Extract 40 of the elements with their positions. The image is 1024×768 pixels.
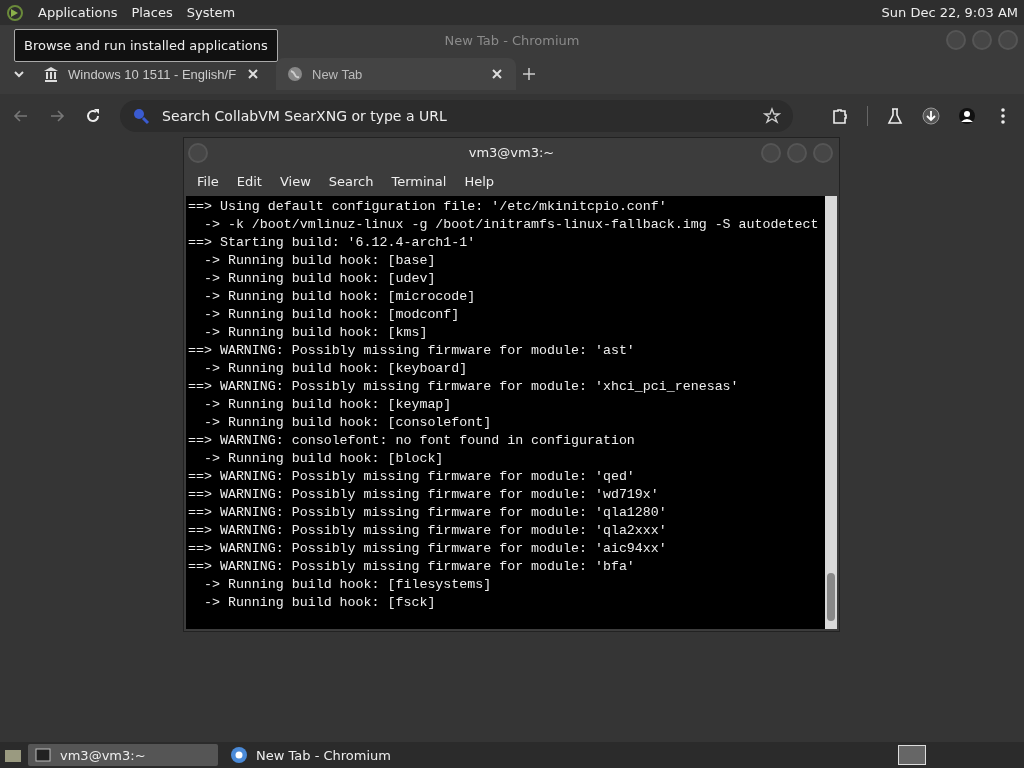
terminal-line: ==> WARNING: Possibly missing firmware for module: 'bfa' xyxy=(188,558,635,576)
terminal-line: ==> WARNING: Possibly missing firmware for module: 'aic94xx' xyxy=(188,540,667,558)
taskbar-item[interactable]: New Tab - Chromium xyxy=(224,744,414,766)
terminal-line: -> Running build hook: [microcode] xyxy=(202,288,476,306)
terminal-line: ==> WARNING: Possibly missing firmware for module: 'wd719x' xyxy=(188,486,659,504)
terminal-line: -> Running build hook: [block] xyxy=(202,450,444,468)
terminal-line: ==> WARNING: Possibly missing firmware for module: 'qed' xyxy=(188,468,635,486)
menu-item[interactable]: Search xyxy=(319,173,383,189)
terminal-line: -> Running build hook: [consolefont] xyxy=(202,414,492,432)
terminal-line: -> Running build hook: [modconf] xyxy=(202,306,460,324)
taskbar-item[interactable]: vm3@vm3:~ xyxy=(28,744,218,766)
terminal-line: ==> WARNING: Possibly missing firmware for module: 'qla1280' xyxy=(188,504,667,522)
window-title: vm3@vm3:~ xyxy=(468,144,555,160)
panel-menu[interactable]: Places xyxy=(131,5,173,20)
panel-menu[interactable]: Applications xyxy=(38,5,118,20)
terminal-line: -> -k /boot/vmlinuz-linux -g /boot/initramfs-linux-fallback.img -S autodetect xyxy=(202,216,819,234)
tooltip: Browse and run installed applications xyxy=(14,29,278,62)
terminal-line: ==> WARNING: Possibly missing firmware for module: 'qla2xxx' xyxy=(188,522,667,540)
terminal-line: ==> Using default configuration file: '/etc/mkinitcpio.conf' xyxy=(188,198,667,216)
terminal-line: -> Running build hook: [fsck] xyxy=(202,594,436,612)
terminal-line: ==> WARNING: Possibly missing firmware for module: 'xhci_pci_renesas' xyxy=(188,378,739,396)
menu-item[interactable]: View xyxy=(270,173,320,189)
menu-item[interactable]: File xyxy=(188,173,228,189)
terminal-line: -> Running build hook: [keymap] xyxy=(202,396,452,414)
clock[interactable]: Sun Dec 22, 9:03 AM xyxy=(881,5,1018,20)
window-title: New Tab - Chromium xyxy=(444,32,580,48)
terminal-line: ==> WARNING: consolefont: no font found in configuration xyxy=(188,432,635,450)
terminal-line: -> Running build hook: [keyboard] xyxy=(202,360,468,378)
terminal-line: -> Running build hook: [base] xyxy=(202,252,436,270)
menu-item[interactable]: Help xyxy=(455,173,504,189)
panel-menu[interactable]: System xyxy=(186,5,236,20)
menu-item[interactable]: Terminal xyxy=(382,173,456,189)
address-bar[interactable]: Search CollabVM SearXNG or type a URL xyxy=(120,100,793,132)
menu-item[interactable]: Edit xyxy=(227,173,271,189)
terminal-line: -> Running build hook: [udev] xyxy=(202,270,436,288)
terminal-line: ==> WARNING: Possibly missing firmware for module: 'ast' xyxy=(188,342,635,360)
terminal-line: -> Running build hook: [filesystems] xyxy=(202,576,492,594)
terminal-line: ==> Starting build: '6.12.4-arch1-1' xyxy=(188,234,476,252)
terminal-line: -> Running build hook: [kms] xyxy=(202,324,428,342)
browser-tab[interactable]: New Tab xyxy=(276,58,516,90)
